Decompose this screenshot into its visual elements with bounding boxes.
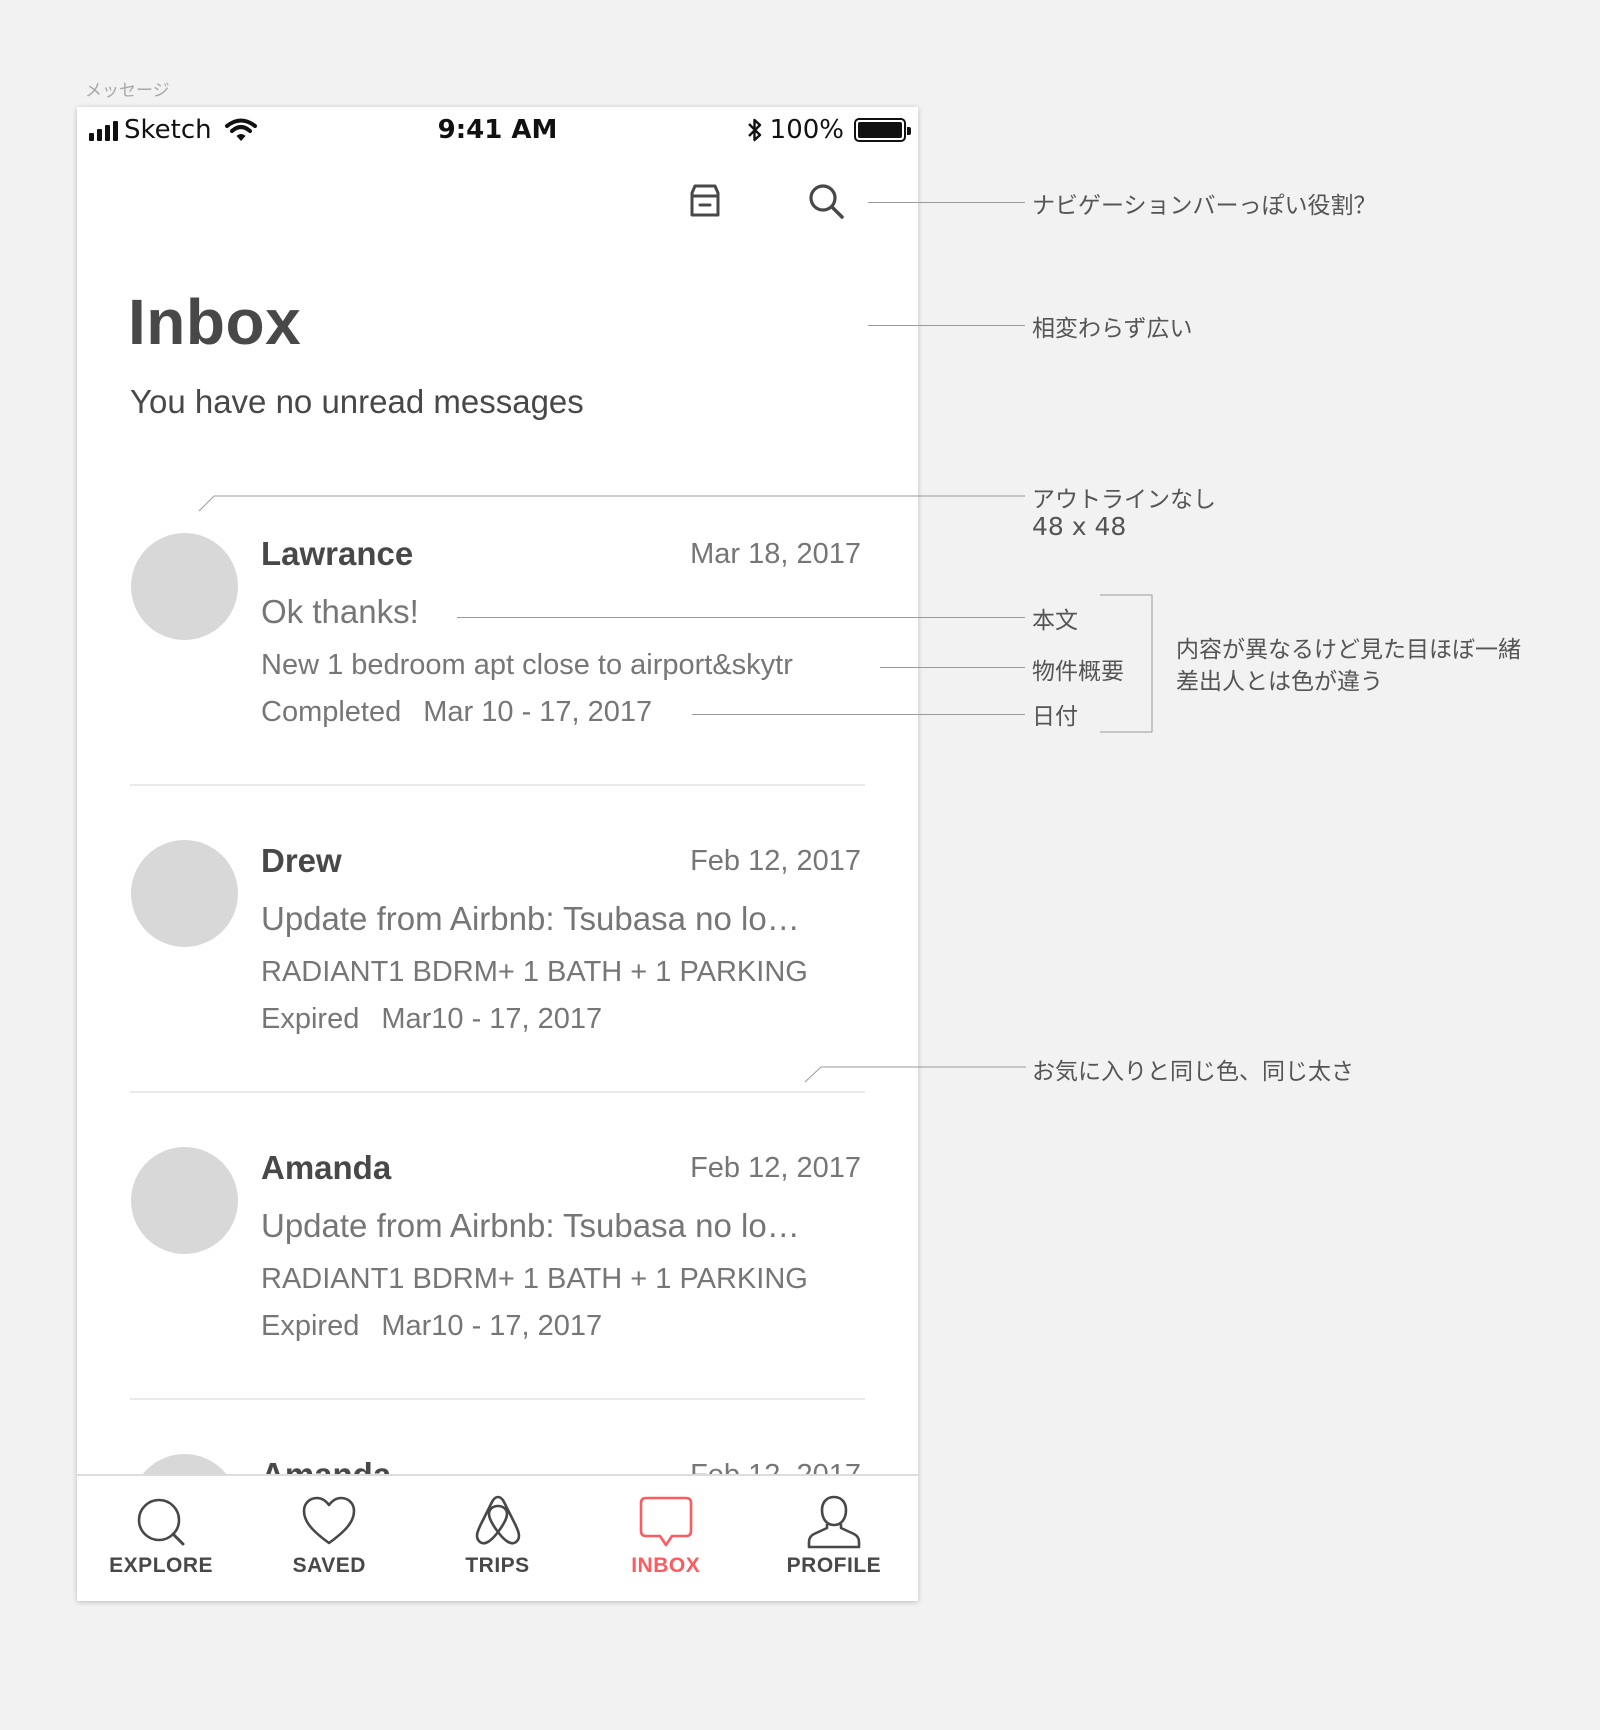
tab-profile[interactable]: PROFILE [750, 1476, 918, 1601]
battery-percent: 100% [769, 115, 844, 145]
status-bar: Sketch 9:41 AM 100% [77, 107, 918, 153]
message-item[interactable]: Drew Feb 12, 2017 Update from Airbnb: Ts… [77, 840, 918, 1147]
list-divider [130, 784, 865, 786]
annotation-divider-note: お気に入りと同じ色、同じ太さ [1032, 1059, 1354, 1085]
listing-summary: RADIANT1 BDRM+ 1 BATH + 1 PARKING [261, 1263, 808, 1295]
tab-label: PROFILE [786, 1554, 882, 1577]
trip-status: Completed [261, 696, 402, 728]
tab-bar: EXPLORE SAVED TRIPS INBOX PROFILE [77, 1474, 918, 1601]
annotation-bracket [1100, 594, 1153, 733]
message-sender: Amanda [261, 1149, 392, 1186]
archive-icon[interactable] [683, 179, 727, 223]
annotation-date: 日付 [1032, 704, 1078, 730]
heart-icon [302, 1496, 356, 1545]
message-body: Update from Airbnb: Tsubasa no lo… [261, 1207, 800, 1244]
list-divider [130, 1091, 865, 1093]
avatar [131, 840, 238, 947]
trip-dates: Mar10 - 17, 2017 [381, 1310, 603, 1342]
avatar [131, 533, 238, 640]
message-item[interactable]: Amanda Feb 12, 2017 Update from Airbnb: … [77, 1147, 918, 1454]
tab-inbox[interactable]: INBOX [582, 1476, 750, 1601]
status-right: 100% [746, 115, 911, 145]
annotation-wide-header: 相変わらず広い [1032, 316, 1193, 342]
listing-summary: New 1 bedroom apt close to airport&skytr [261, 649, 793, 681]
trip-dates: Mar 10 - 17, 2017 [423, 696, 653, 728]
annotation-line [868, 202, 1025, 203]
tab-explore[interactable]: EXPLORE [77, 1476, 245, 1601]
annotation-line [804, 1066, 1026, 1083]
annotation-line [868, 325, 1025, 326]
trip-info: Completed Mar 10 - 17, 2017 [261, 696, 652, 729]
airbnb-logo-icon [475, 1495, 520, 1545]
tab-label: INBOX [631, 1554, 701, 1577]
message-item[interactable]: Lawrance Mar 18, 2017 Ok thanks! New 1 b… [77, 533, 918, 840]
artboard-label: メッセージ [85, 81, 170, 101]
search-icon[interactable] [804, 179, 848, 223]
phone-screen: Sketch 9:41 AM 100% Inbox You have no un… [77, 107, 918, 1601]
trip-info: Expired Mar10 - 17, 2017 [261, 1003, 602, 1036]
message-date: Mar 18, 2017 [690, 538, 861, 570]
tab-label: EXPLORE [109, 1554, 214, 1577]
trip-status: Expired [261, 1310, 360, 1342]
tab-saved[interactable]: SAVED [245, 1476, 413, 1601]
battery-icon [854, 118, 911, 142]
trip-info: Expired Mar10 - 17, 2017 [261, 1310, 602, 1343]
tab-label: TRIPS [465, 1554, 530, 1577]
message-sender: Drew [261, 842, 342, 879]
message-body: Update from Airbnb: Tsubasa no lo… [261, 900, 800, 937]
trip-dates: Mar10 - 17, 2017 [381, 1003, 603, 1035]
chat-bubble-icon [639, 1496, 693, 1547]
page-title: Inbox [128, 286, 302, 358]
annotation-line [198, 495, 1025, 512]
message-body: Ok thanks! [261, 593, 419, 630]
annotation-nav-role: ナビゲーションバーっぽい役割？ [1032, 193, 1377, 219]
message-date: Feb 12, 2017 [690, 1152, 861, 1184]
annotation-no-outline: アウトラインなし [1032, 487, 1216, 513]
page-subtitle: You have no unread messages [130, 383, 584, 420]
search-icon [137, 1498, 185, 1546]
message-sender: Lawrance [261, 535, 414, 572]
annotation-bracket-line2: 差出人とは色が違う [1176, 669, 1383, 695]
message-date: Feb 12, 2017 [690, 845, 861, 877]
avatar [131, 1147, 238, 1254]
person-icon [807, 1495, 861, 1549]
list-divider [130, 1398, 865, 1400]
annotation-line [692, 714, 1025, 715]
annotation-bracket-line1: 内容が異なるけど見た目ほぼ一緒 [1176, 637, 1521, 663]
tab-trips[interactable]: TRIPS [413, 1476, 581, 1601]
trip-status: Expired [261, 1003, 360, 1035]
bluetooth-icon [747, 118, 761, 142]
annotation-line [880, 667, 1025, 668]
annotation-body: 本文 [1032, 608, 1078, 634]
tab-label: SAVED [292, 1554, 366, 1577]
listing-summary: RADIANT1 BDRM+ 1 BATH + 1 PARKING [261, 956, 808, 988]
annotation-line [457, 617, 1025, 618]
annotation-avatar-size: 48 x 48 [1032, 512, 1127, 541]
